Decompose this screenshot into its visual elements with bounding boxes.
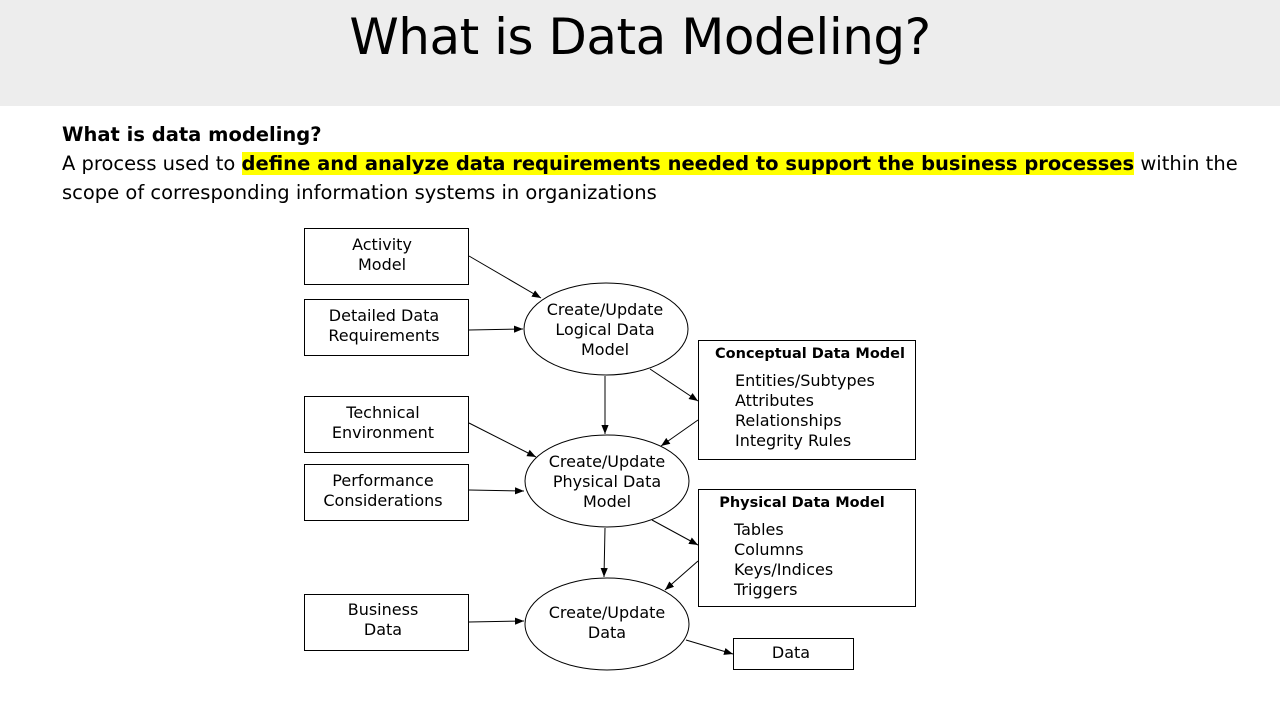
- arrow-data-to-output: [685, 639, 734, 655]
- logical-process-line-1: Create/Update: [547, 300, 664, 319]
- conceptual-item: Attributes: [735, 391, 814, 410]
- logical-process-line-3: Model: [581, 340, 629, 359]
- arrow-performance-to-physical: [468, 487, 525, 495]
- arrow-activity-to-logical: [468, 255, 542, 299]
- physical-item: Tables: [733, 520, 784, 539]
- conceptual-model-title: Conceptual Data Model: [715, 346, 905, 362]
- arrow-physical-model-to-data: [664, 560, 699, 591]
- detailed-data-requirements-line-2: Requirements: [328, 326, 439, 345]
- performance-considerations-box: Performance Considerations: [304, 464, 469, 521]
- physical-item: Keys/Indices: [734, 560, 833, 579]
- data-modeling-diagram: Activity Model Detailed Data Requirement…: [304, 228, 916, 671]
- technical-environment-box: Technical Environment: [304, 396, 469, 453]
- physical-model-process: Create/Update Physical Data Model: [524, 434, 690, 528]
- conceptual-item: Integrity Rules: [735, 431, 851, 450]
- logical-model-process: Create/Update Logical Data Model: [523, 282, 689, 376]
- data-process-line-2: Data: [588, 623, 626, 642]
- arrow-logical-to-conceptual: [649, 368, 699, 402]
- conceptual-data-model-box: Conceptual Data Model Entities/Subtypes …: [698, 340, 916, 460]
- detailed-data-requirements-line-1: Detailed Data: [329, 306, 439, 325]
- business-data-line-2: Data: [364, 620, 402, 639]
- arrow-physical-to-physical-model: [651, 519, 699, 546]
- arrow-physical-to-data: [600, 527, 608, 578]
- physical-process-line-1: Create/Update: [549, 452, 666, 471]
- physical-item: Triggers: [733, 580, 798, 599]
- data-process-line-1: Create/Update: [549, 603, 666, 622]
- conceptual-item: Entities/Subtypes: [735, 371, 875, 390]
- physical-model-title: Physical Data Model: [719, 495, 885, 511]
- business-data-line-1: Business: [348, 600, 419, 619]
- technical-environment-line-1: Technical: [345, 403, 419, 422]
- detailed-data-requirements-box: Detailed Data Requirements: [304, 299, 469, 356]
- logical-process-line-2: Logical Data: [555, 320, 654, 339]
- data-process: Create/Update Data: [524, 577, 690, 671]
- physical-data-model-box: Physical Data Model Tables Columns Keys/…: [698, 489, 916, 607]
- performance-considerations-line-1: Performance: [332, 471, 433, 490]
- activity-model-box: Activity Model: [304, 228, 469, 285]
- output-data-box: Data: [733, 638, 854, 670]
- activity-model-line-1: Activity: [352, 235, 412, 254]
- physical-process-line-3: Model: [583, 492, 631, 511]
- output-data-label: Data: [772, 643, 810, 662]
- business-data-box: Business Data: [304, 594, 469, 651]
- conceptual-item: Relationships: [735, 411, 842, 430]
- arrow-business-to-data: [468, 617, 525, 625]
- arrow-technical-to-physical: [468, 422, 537, 458]
- arrow-requirements-to-logical: [468, 325, 524, 333]
- physical-item: Columns: [734, 540, 804, 559]
- activity-model-line-2: Model: [358, 255, 406, 274]
- technical-environment-line-2: Environment: [332, 423, 434, 442]
- arrow-conceptual-to-physical: [660, 419, 699, 447]
- performance-considerations-line-2: Considerations: [323, 491, 442, 510]
- physical-process-line-2: Physical Data: [553, 472, 661, 491]
